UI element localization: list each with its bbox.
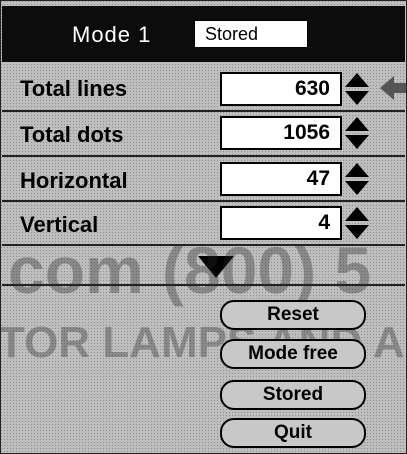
mode-value-field: Stored [194,20,308,48]
total-dots-spinner-icon[interactable] [344,115,370,151]
row-divider [2,155,405,157]
vertical-spinner-icon[interactable] [344,205,370,241]
horizontal-field[interactable]: 47 [220,162,342,196]
reset-button[interactable]: Reset [220,300,366,330]
total-lines-spinner-icon[interactable] [344,71,370,107]
row-divider [2,110,405,112]
row-divider [2,244,405,246]
left-arrow-icon[interactable] [380,76,406,100]
vertical-label: Vertical [20,212,99,237]
total-dots-label: Total dots [20,122,124,147]
total-lines-field[interactable]: 630 [220,72,342,106]
mode-title: Mode 1 [72,22,152,47]
stored-button[interactable]: Stored [220,380,366,410]
mode-header: Mode 1 Stored [2,6,405,62]
row-divider [2,200,405,202]
section-divider [2,284,405,286]
scroll-down-arrow-icon[interactable] [198,256,234,278]
vertical-field[interactable]: 4 [220,206,342,240]
total-lines-label: Total lines [20,76,128,101]
total-dots-field[interactable]: 1056 [220,116,342,150]
mode-free-button[interactable]: Mode free [220,339,366,369]
quit-button[interactable]: Quit [220,418,366,448]
horizontal-label: Horizontal [20,168,128,193]
horizontal-spinner-icon[interactable] [344,161,370,197]
